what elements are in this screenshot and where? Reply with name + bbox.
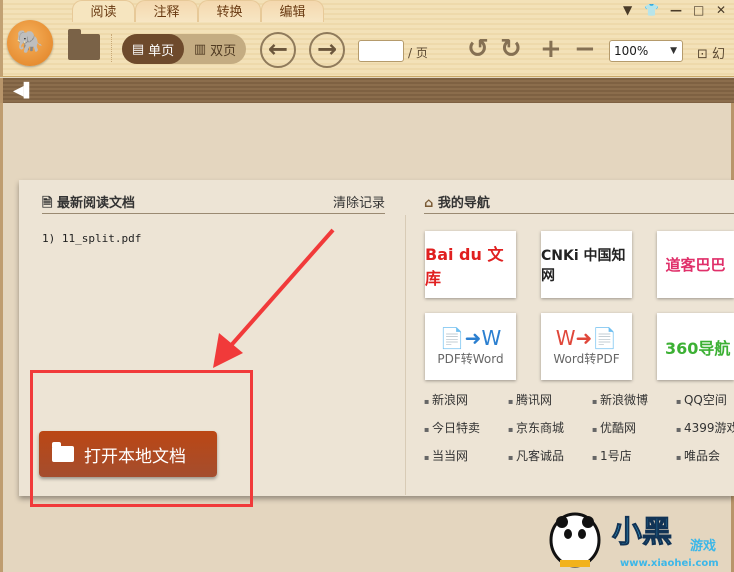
baidu-wenku-logo: Bai du 文库 — [425, 244, 504, 288]
page-suffix: / 页 — [408, 46, 428, 60]
maximize-button[interactable]: □ — [693, 3, 704, 17]
zoom-in-icon[interactable]: + — [540, 34, 562, 64]
rotate-left-icon[interactable]: ↺ — [467, 34, 489, 64]
single-page-button[interactable]: ▤ 单页 — [122, 34, 184, 64]
tab-convert[interactable]: 转换 — [198, 0, 261, 22]
tab-edit[interactable]: 编辑 — [261, 0, 324, 22]
previous-page-button[interactable]: ← — [260, 32, 296, 68]
nav-link[interactable]: 4399游戏 — [676, 419, 734, 437]
nav-tile-cnki[interactable]: CNKi 中国知网 — [541, 231, 632, 298]
app-logo-elephant-icon[interactable]: 🐘 — [7, 20, 53, 66]
nav-link[interactable]: 京东商城 — [508, 419, 592, 437]
single-page-icon: ▤ — [131, 41, 145, 57]
nav-tile-pdf-to-word[interactable]: 📄➜W PDF转Word — [425, 313, 516, 380]
open-local-document-label: 打开本地文档 — [84, 446, 186, 467]
annotation-arrow — [213, 228, 335, 368]
panel-divider — [405, 215, 406, 495]
next-page-button[interactable]: → — [309, 32, 345, 68]
nav-tile-word-to-pdf[interactable]: W➜📄 Word转PDF — [541, 313, 632, 380]
tab-read[interactable]: 阅读 — [72, 0, 135, 22]
word-to-pdf-label: Word转PDF — [553, 352, 620, 366]
double-page-icon: ▥ — [193, 41, 207, 57]
nav-link[interactable]: 新浪微博 — [592, 391, 676, 409]
recent-docs-header: 🗎 最新阅读文档 清除记录 — [42, 192, 385, 214]
clear-history-link[interactable]: 清除记录 — [333, 192, 385, 211]
nav-links: 新浪网 腾讯网 新浪微博 QQ空间 今日特卖 京东商城 优酷网 4399游戏 当… — [424, 391, 734, 465]
rotate-right-icon[interactable]: ↻ — [500, 34, 522, 64]
page-mode-toggle: ▤ 单页 ▥ 双页 — [122, 34, 246, 64]
single-page-label: 单页 — [148, 43, 175, 59]
nav-link[interactable]: 腾讯网 — [508, 391, 592, 409]
slideshow-label: 幻 — [712, 47, 726, 62]
pdf-to-word-icon: 📄➜W — [439, 326, 502, 350]
slideshow-button[interactable]: ⊡ 幻 — [697, 43, 725, 62]
nav-link[interactable]: 优酷网 — [592, 419, 676, 437]
collapse-sidebar-icon[interactable]: ◀▌ — [13, 83, 35, 99]
doc88-logo: 道客巴巴 — [665, 256, 726, 274]
nav-link[interactable]: 凡客诚品 — [508, 447, 592, 465]
my-nav-title: 我的导航 — [437, 196, 490, 211]
nav-link[interactable]: 当当网 — [424, 447, 508, 465]
nav-link[interactable]: 新浪网 — [424, 391, 508, 409]
skin-shirt-icon[interactable]: 👕 — [644, 3, 659, 17]
nav-link[interactable]: 1号店 — [592, 447, 676, 465]
svg-text:www.xiaohei.com: www.xiaohei.com — [620, 558, 719, 569]
svg-text:小黑: 小黑 — [612, 515, 672, 550]
toolbar-divider — [111, 34, 112, 62]
cnki-logo: CNKi 中国知网 — [541, 247, 626, 284]
double-page-button[interactable]: ▥ 双页 — [184, 34, 246, 64]
word-to-pdf-icon: W➜📄 — [555, 326, 618, 350]
zoom-select[interactable]: 100% ▼ — [609, 40, 683, 62]
home-icon: ⌂ — [424, 196, 434, 211]
zoom-out-icon[interactable]: − — [574, 34, 596, 64]
page-number-input[interactable] — [358, 40, 404, 62]
minimize-button[interactable]: — — [670, 3, 682, 17]
close-button[interactable]: ✕ — [716, 3, 726, 17]
menu-dropdown-icon[interactable]: ▼ — [623, 3, 632, 17]
360-nav-logo: 360导航 — [665, 338, 731, 358]
nav-link[interactable]: QQ空间 — [676, 391, 734, 409]
presentation-icon: ⊡ — [697, 47, 708, 62]
nav-tile-baidu-wenku[interactable]: Bai du 文库 — [425, 231, 516, 298]
double-page-label: 双页 — [210, 43, 237, 59]
document-icon: 🗎 — [42, 196, 53, 211]
nav-tile-doc88[interactable]: 道客巴巴 — [657, 231, 734, 298]
folder-icon — [52, 442, 74, 462]
pdf-to-word-label: PDF转Word — [437, 352, 504, 366]
nav-link[interactable]: 今日特卖 — [424, 419, 508, 437]
recent-doc-item[interactable]: 1) 11_split.pdf — [42, 232, 141, 245]
nav-tile-360[interactable]: 360导航 — [657, 313, 734, 380]
recent-docs-title: 最新阅读文档 — [56, 196, 135, 211]
nav-link[interactable]: 唯品会 — [676, 447, 734, 465]
open-folder-icon[interactable] — [68, 29, 100, 60]
open-local-document-button[interactable]: 打开本地文档 — [39, 431, 217, 477]
ribbon-tabs: 阅读 注释 转换 编辑 — [72, 0, 324, 22]
xiaohei-watermark-logo: 小黑 游戏 www.xiaohei.com — [549, 512, 719, 569]
tab-annotate[interactable]: 注释 — [135, 0, 198, 22]
zoom-value: 100% — [614, 44, 649, 58]
svg-text:游戏: 游戏 — [690, 538, 716, 554]
my-nav-header: ⌂ 我的导航 — [424, 192, 734, 214]
chevron-down-icon: ▼ — [670, 46, 677, 56]
secondary-bar — [0, 78, 734, 103]
